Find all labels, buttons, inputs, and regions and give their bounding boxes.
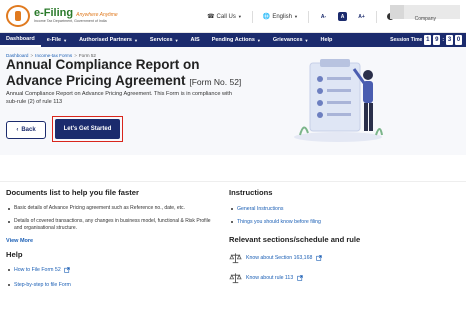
form-number: [Form No. 52] xyxy=(189,76,242,87)
chevron-down-icon: ▼ xyxy=(63,37,68,43)
logo-title: e-Filing xyxy=(34,7,74,20)
chevron-down-icon: ▼ xyxy=(304,37,309,43)
logo-tagline: Anywhere Anytime xyxy=(76,12,118,19)
related-item-section[interactable]: Know about Section 163,168 xyxy=(229,252,459,264)
emblem-icon xyxy=(6,5,30,27)
chevron-down-icon: ▼ xyxy=(133,37,138,43)
lets-get-started-button[interactable]: Let's Get Started xyxy=(55,119,120,139)
session-digit: 3 xyxy=(446,35,453,45)
help-link-step-by-step[interactable]: Step-by-step to file Form xyxy=(6,282,216,288)
scale-icon xyxy=(229,273,242,284)
nav-services[interactable]: Services ▼ xyxy=(144,33,185,47)
hero-section: Dashboard > Income-tax Forms > Form 52 A… xyxy=(0,47,466,155)
chevron-down-icon: ▼ xyxy=(256,37,261,43)
instructions-list: General Instructions Things you should k… xyxy=(229,206,459,225)
things-to-know-link[interactable]: Things you should know before filing xyxy=(229,219,459,225)
list-item: Basic details of Advance Pricing agreeme… xyxy=(6,205,216,213)
checklist-illustration xyxy=(294,59,383,142)
user-type-label: Company xyxy=(414,16,436,22)
related-item-rule[interactable]: Know about rule 113 xyxy=(229,272,459,284)
session-digit: 0 xyxy=(455,35,462,45)
nav-help[interactable]: Help xyxy=(315,33,339,47)
chevron-down-icon: ▼ xyxy=(294,14,298,19)
nav-dashboard[interactable]: Dashboard xyxy=(0,33,41,47)
nav-efile[interactable]: e-File ▼ xyxy=(41,33,73,47)
documents-list: Basic details of Advance Pricing agreeme… xyxy=(6,205,216,233)
logo-subtitle: Income Tax Department, Government of Ind… xyxy=(34,19,107,24)
globe-icon: 🌐 xyxy=(262,14,271,20)
divider xyxy=(0,181,466,182)
view-more-link[interactable]: View More xyxy=(6,238,216,244)
instructions-title: Instructions xyxy=(229,188,273,197)
top-header: e-Filing Anywhere Anytime Income Tax Dep… xyxy=(0,0,466,33)
chevron-down-icon: ▼ xyxy=(237,14,242,19)
chevron-left-icon: ‹ xyxy=(16,127,19,133)
main-nav: Dashboard e-File ▼ Authorised Partners ▼ S… xyxy=(0,33,466,47)
back-button[interactable]: ‹ Back xyxy=(6,121,46,139)
help-link-how-to-file[interactable]: How to File Form 52 xyxy=(6,267,216,273)
list-item: Details of covered transactions, any cha… xyxy=(6,218,216,233)
session-timer: Session Time 1 9 : 3 0 xyxy=(390,35,462,45)
page-title: Annual Compliance Report on Advance Pric… xyxy=(6,57,242,88)
relevant-sections-title: Relevant sections/schedule and rule xyxy=(229,235,361,244)
font-increase-button[interactable]: A+ xyxy=(357,12,366,21)
language-dropdown[interactable]: 🌐 English ▼ xyxy=(262,13,298,21)
session-digit: 9 xyxy=(433,35,441,45)
call-us-dropdown[interactable]: ☎ Call Us ▼ xyxy=(207,13,242,21)
nav-pending-actions[interactable]: Pending Actions ▼ xyxy=(206,33,267,47)
font-decrease-button[interactable]: A- xyxy=(319,12,328,21)
nav-ais[interactable]: AIS xyxy=(185,33,206,47)
scale-icon xyxy=(229,253,242,264)
phone-icon: ☎ xyxy=(207,14,215,20)
chevron-down-icon: ▼ xyxy=(174,37,179,43)
help-list: How to File Form 52 Step-by-step to file… xyxy=(6,267,216,288)
start-button-highlight: Let's Get Started xyxy=(52,116,123,142)
font-normal-button[interactable]: A xyxy=(338,12,347,21)
page-description: Annual Compliance Report on Advance Pric… xyxy=(6,91,232,105)
external-link-icon xyxy=(297,275,303,281)
general-instructions-link[interactable]: General Instructions xyxy=(229,206,459,212)
external-link-icon xyxy=(316,255,323,261)
efiling-logo[interactable]: e-Filing Anywhere Anytime Income Tax Dep… xyxy=(6,5,118,27)
nav-grievances[interactable]: Grievances ▼ xyxy=(267,33,315,47)
help-title: Help xyxy=(6,249,23,259)
avatar xyxy=(390,5,404,19)
session-digit: 1 xyxy=(424,35,432,45)
documents-title: Documents list to help you file faster xyxy=(6,188,139,197)
nav-authorised-partners[interactable]: Authorised Partners ▼ xyxy=(73,33,144,47)
external-link-icon xyxy=(64,266,70,273)
